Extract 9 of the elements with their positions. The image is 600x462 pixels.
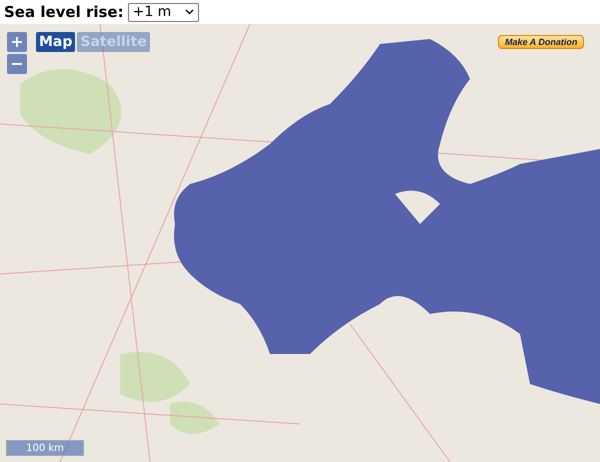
donate-button[interactable]: Make A Donation <box>498 35 584 49</box>
zoom-out-button[interactable]: − <box>7 54 27 74</box>
scale-bar: 100 km <box>6 440 84 456</box>
sea-level-select[interactable]: +1 m <box>128 2 200 22</box>
chevron-icon <box>185 9 194 15</box>
map-drawing[interactable] <box>0 24 600 462</box>
sea-level-label: Sea level rise: <box>4 3 124 21</box>
zoom-in-button[interactable]: + <box>7 32 27 52</box>
map-type-tab[interactable]: Map <box>36 32 76 52</box>
